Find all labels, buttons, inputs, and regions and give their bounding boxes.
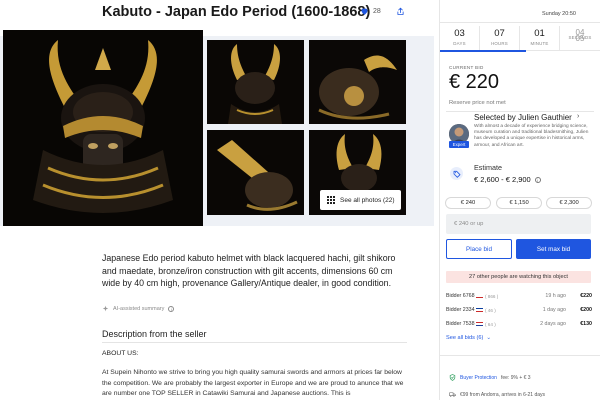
sparkle-icon	[102, 305, 109, 312]
countdown-timer: 03 DAYS 07 HOURS 01 MINUTE 04 05 SECONDS	[440, 26, 600, 50]
countdown-progress-bar	[440, 50, 527, 52]
bid-history: Bidder 6768 ( 866 ) 19 h ago €220 Bidder…	[446, 289, 592, 331]
kabuto-side-image	[309, 40, 406, 124]
chevron-right-icon[interactable]: ›	[577, 113, 579, 120]
closing-time: Sunday 20:50	[542, 11, 576, 17]
kabuto-front-image	[207, 40, 304, 124]
set-max-bid-button[interactable]: Set max bid	[516, 239, 591, 259]
countdown-days: 03 DAYS	[440, 26, 480, 50]
ai-summary-note: AI-assisted summary i	[102, 305, 175, 312]
bid-row: Bidder 2334 ( 46 ) 1 day ago €200	[446, 303, 592, 317]
favorite-count: 28	[373, 7, 381, 15]
gallery-photo-2[interactable]	[309, 40, 406, 124]
about-heading: ABOUT US:	[102, 350, 139, 357]
bid-row: Bidder 7538 ( 64 ) 2 days ago €130	[446, 317, 592, 331]
bid-time: 19 h ago	[545, 293, 566, 299]
grid-icon	[327, 196, 335, 204]
buyer-protection-link[interactable]: Buyer Protection	[460, 375, 497, 381]
quick-bid-chip[interactable]: € 2,300	[546, 197, 592, 209]
quick-bid-chip[interactable]: € 240	[445, 197, 491, 209]
current-bid-value: € 220	[449, 71, 500, 93]
heart-icon	[361, 8, 368, 15]
countdown-label: SECONDS	[568, 35, 592, 40]
bidder-name: Bidder 2334	[446, 307, 475, 313]
countdown-seconds: 04 05 SECONDS	[560, 26, 600, 50]
estimate-value-row: € 2,600 - € 2,900 i	[474, 175, 541, 184]
about-text: At Supein Nihonto we strive to bring you…	[102, 369, 404, 398]
bidder-name: Bidder 7538	[446, 321, 475, 327]
bid-amount-input[interactable]	[446, 214, 591, 234]
buyer-protection-fee: fee: 9% + € 3	[500, 374, 531, 381]
countdown-label: DAYS	[453, 41, 466, 46]
info-icon[interactable]: i	[168, 305, 175, 312]
bid-amount: €220	[580, 293, 592, 299]
seller-description-heading: Description from the seller	[102, 329, 207, 339]
shipping-info: €99 from Andorra, arrives in 6-21 days	[460, 391, 546, 398]
flag-icon	[476, 322, 483, 326]
share-button[interactable]	[393, 3, 407, 19]
place-bid-button[interactable]: Place bid	[446, 239, 512, 259]
bidder-count: ( 46 )	[485, 307, 496, 313]
expert-bio: With almost a decade of experience bridg…	[474, 124, 589, 148]
watchers-notice: 27 other people are watching this object	[446, 271, 591, 283]
see-all-photos-label: See all photos (22)	[340, 196, 395, 204]
divider	[102, 342, 407, 343]
see-all-photos-button[interactable]: See all photos (22)	[320, 190, 401, 210]
countdown-label: HOURS	[491, 41, 508, 46]
reserve-note: Reserve price not met	[449, 100, 506, 106]
shipping-row: €99 from Andorra, arrives in 6-21 days	[449, 391, 545, 398]
ai-description: Japanese Edo period kabuto helmet with b…	[102, 253, 396, 288]
favorite-button[interactable]: 28	[360, 3, 390, 19]
tag-icon	[450, 167, 463, 180]
info-icon[interactable]: i	[534, 176, 541, 183]
countdown-minutes: 01 MINUTE	[520, 26, 560, 50]
countdown-value: 03	[454, 28, 465, 39]
see-all-bids-link[interactable]: See all bids (6) ⌄	[446, 335, 491, 341]
gallery-photo-1[interactable]	[207, 40, 304, 124]
gallery-photo-3[interactable]	[207, 130, 304, 215]
see-all-bids-label: See all bids (6)	[446, 335, 484, 341]
bid-time: 2 days ago	[540, 321, 566, 327]
bidder-count: ( 64 )	[485, 321, 496, 327]
share-icon	[396, 7, 404, 15]
page-title: Kabuto - Japan Edo Period (1600-1868)	[102, 4, 371, 20]
estimate-value: € 2,600 - € 2,900	[474, 175, 531, 184]
flag-icon	[476, 294, 483, 298]
quick-bid-chip[interactable]: € 1,150	[496, 197, 542, 209]
main-photo[interactable]	[3, 30, 203, 226]
countdown-hours: 07 HOURS	[480, 26, 520, 50]
bid-row: Bidder 6768 ( 866 ) 19 h ago €220	[446, 289, 592, 303]
kabuto-detail-image	[207, 130, 304, 215]
divider	[446, 111, 594, 112]
buyer-protection-row: Buyer Protection fee: 9% + € 3	[449, 374, 531, 381]
flag-icon	[476, 308, 483, 312]
kabuto-helmet-image	[3, 30, 203, 226]
divider	[440, 355, 600, 356]
expert-heading[interactable]: Selected by Julien Gauthier	[474, 113, 572, 122]
bid-amount: €130	[580, 321, 592, 327]
estimate-label: Estimate	[474, 163, 502, 172]
countdown-label: MINUTE	[530, 41, 549, 46]
truck-icon	[449, 392, 456, 397]
current-bid-label: CURRENT BID	[449, 65, 484, 70]
bidder-count: ( 866 )	[485, 293, 499, 299]
countdown-value: 01	[534, 28, 545, 39]
divider	[440, 22, 600, 23]
bid-time: 1 day ago	[542, 307, 566, 313]
countdown-value: 07	[494, 28, 505, 39]
expert-badge: Expert	[449, 141, 469, 148]
bidder-name: Bidder 6768	[446, 293, 475, 299]
bid-amount: €200	[580, 307, 592, 313]
ai-summary-label: AI-assisted summary	[113, 305, 165, 312]
chevron-down-icon: ⌄	[486, 335, 491, 341]
shield-icon	[449, 374, 456, 381]
